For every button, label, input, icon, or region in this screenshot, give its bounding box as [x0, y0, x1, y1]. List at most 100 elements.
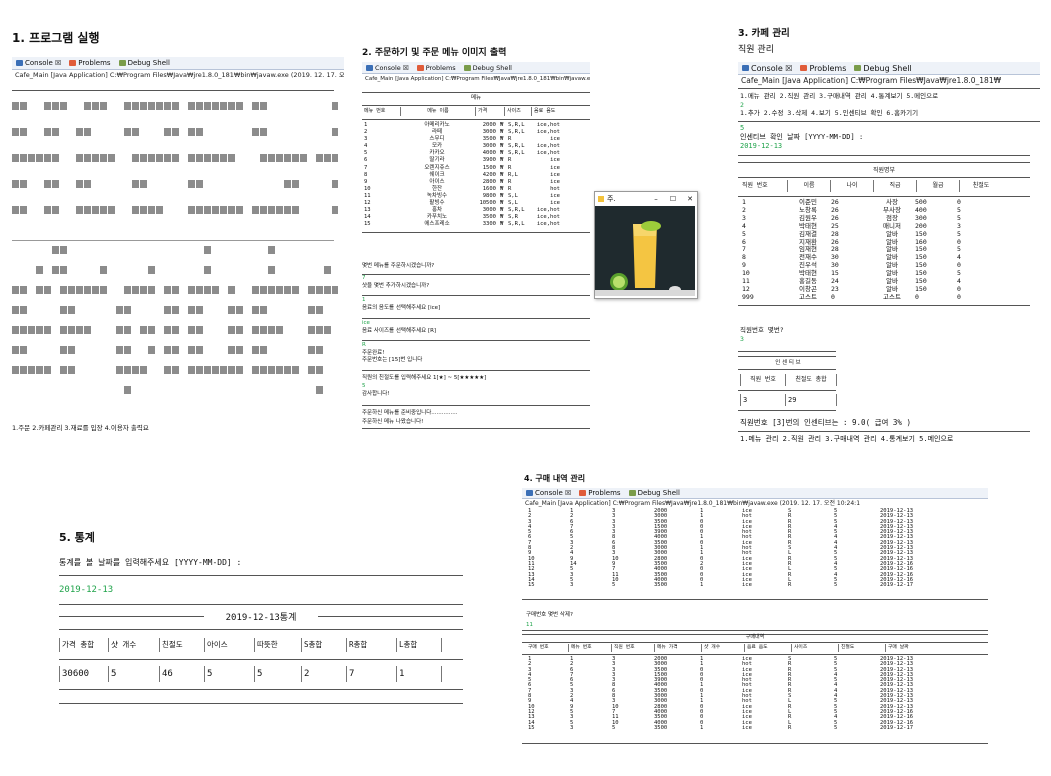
- column-header: 메뉴 이름: [400, 107, 476, 116]
- table-cell: 1: [700, 582, 704, 589]
- ascii-glyph: [204, 154, 211, 162]
- table-cell: 0: [957, 261, 961, 270]
- table-cell: R: [508, 178, 512, 185]
- employee-table-header: 직원 번호 이름 나이 직급 월급 친절도: [740, 180, 1002, 192]
- ascii-glyph: [116, 306, 123, 314]
- table-cell: 4: [364, 143, 368, 150]
- ascii-glyph: [204, 246, 211, 254]
- status-text: 주문하신 메뉴 나왔습니다!: [362, 419, 424, 425]
- table-row: 5 카카오 4000 ₩ S,R,L ice,hot: [362, 150, 562, 157]
- ascii-glyph: [188, 154, 195, 162]
- table-cell: S,R,L: [508, 207, 525, 214]
- ascii-glyph: [196, 102, 203, 110]
- ascii-glyph: [260, 286, 267, 294]
- tab-debug-shell[interactable]: Debug Shell: [463, 64, 512, 72]
- ascii-glyph: [84, 206, 91, 214]
- table-cell: ₩: [500, 221, 504, 228]
- ascii-glyph: [76, 128, 83, 136]
- ascii-glyph: [252, 286, 259, 294]
- table-cell: ice,hot: [536, 129, 560, 136]
- menu-table: 1 아메리카노 2000 ₩ S,R,L ice,hot 2 라떼 3000 ₩ S,R,L ice,…: [362, 122, 562, 228]
- ascii-glyph: [188, 366, 195, 374]
- tab-console[interactable]: Console ☒: [366, 64, 409, 72]
- ascii-glyph: [172, 366, 179, 374]
- section3-cmdline: Cafe_Main [Java Application] C:₩Program …: [741, 76, 1002, 85]
- tab-debug-shell[interactable]: Debug Shell: [628, 489, 680, 497]
- ascii-glyph: [140, 154, 147, 162]
- minimize-button[interactable]: –: [649, 195, 663, 203]
- ascii-glyph: [164, 154, 171, 162]
- ascii-glyph: [220, 154, 227, 162]
- table-cell: 5: [612, 724, 616, 731]
- status-text: 주문완료!: [362, 349, 385, 356]
- ascii-glyph: [60, 346, 67, 354]
- ascii-glyph: [60, 102, 67, 110]
- ascii-glyph: [212, 206, 219, 214]
- table-row: 12 팥빙수 10500 ₩ S,L ice: [362, 200, 562, 207]
- table-cell: 1500: [482, 164, 496, 171]
- user-input: 2: [740, 100, 744, 109]
- table-cell: 7: [346, 666, 397, 682]
- tab-console[interactable]: Console ☒: [526, 489, 571, 497]
- ascii-glyph: [52, 180, 59, 188]
- ascii-glyph: [100, 154, 107, 162]
- table-cell: ice: [550, 164, 560, 171]
- table-cell: 2: [742, 205, 746, 214]
- tab-console[interactable]: Console ☒: [742, 64, 792, 73]
- section1-menu-line: 1.주문 2.카페관리 3.재료를 입장 4.이용자 출력요: [12, 424, 149, 432]
- table-cell: 5: [108, 666, 160, 682]
- section4-title: 4. 구매 내역 관리: [524, 474, 586, 483]
- ascii-glyph: [140, 180, 147, 188]
- tab-problems[interactable]: Problems: [69, 59, 111, 67]
- ascii-glyph: [100, 206, 107, 214]
- table-cell: 고스트: [883, 292, 901, 301]
- ascii-glyph: [140, 286, 147, 294]
- table-cell: 5: [957, 229, 961, 238]
- tab-problems[interactable]: Problems: [579, 489, 621, 497]
- image-popup-window[interactable]: 주. – ☐ ✕: [594, 191, 698, 299]
- ascii-glyph: [20, 346, 27, 354]
- purchase-table-header: 구매 번호 메뉴 번호 직원 번호 메뉴 가격 샷 개수 음료 음도 사이즈 친절도 구매 날짜: [526, 644, 952, 652]
- ascii-glyph: [132, 180, 139, 188]
- ascii-glyph: [12, 154, 19, 162]
- ascii-glyph: [276, 286, 283, 294]
- problems-icon: [69, 60, 77, 66]
- table-cell: 3300: [482, 221, 496, 228]
- ascii-glyph: [196, 154, 203, 162]
- ascii-glyph: [172, 154, 179, 162]
- ascii-glyph: [84, 102, 91, 110]
- tab-problems[interactable]: Problems: [800, 64, 846, 73]
- divider: [522, 599, 988, 600]
- console-icon: [526, 490, 533, 496]
- ascii-glyph: [84, 286, 91, 294]
- popup-titlebar[interactable]: 주. – ☐ ✕: [595, 192, 697, 206]
- table-cell: 14: [364, 214, 371, 221]
- ascii-glyph: [28, 154, 35, 162]
- ascii-glyph: [20, 102, 27, 110]
- ascii-glyph: [332, 180, 338, 188]
- ascii-glyph: [156, 206, 163, 214]
- table-cell: 5: [957, 213, 961, 222]
- ascii-glyph: [124, 128, 131, 136]
- table-cell: 2: [301, 666, 347, 682]
- table-cell: 1: [742, 198, 746, 206]
- tab-debug-shell[interactable]: Debug Shell: [118, 59, 170, 67]
- table-cell: ₩: [500, 192, 504, 199]
- table-cell: 3: [740, 394, 786, 406]
- ascii-glyph: [196, 306, 203, 314]
- ascii-glyph: [164, 128, 171, 136]
- ascii-glyph: [324, 326, 331, 334]
- tab-problems[interactable]: Problems: [416, 64, 456, 72]
- ascii-glyph: [332, 102, 338, 110]
- ascii-glyph: [84, 180, 91, 188]
- table-cell: 2000: [482, 122, 496, 128]
- tab-debug-shell[interactable]: Debug Shell: [854, 64, 912, 73]
- section3-title: 3. 카페 관리: [738, 28, 790, 39]
- ascii-glyph: [124, 286, 131, 294]
- tab-console[interactable]: Console ☒: [16, 59, 61, 67]
- delete-prompt: 구매번호 몇번 삭제? 11: [526, 610, 573, 630]
- close-button[interactable]: ✕: [683, 195, 697, 203]
- ascii-glyph: [20, 206, 27, 214]
- maximize-button[interactable]: ☐: [666, 195, 680, 203]
- ascii-glyph: [204, 102, 211, 110]
